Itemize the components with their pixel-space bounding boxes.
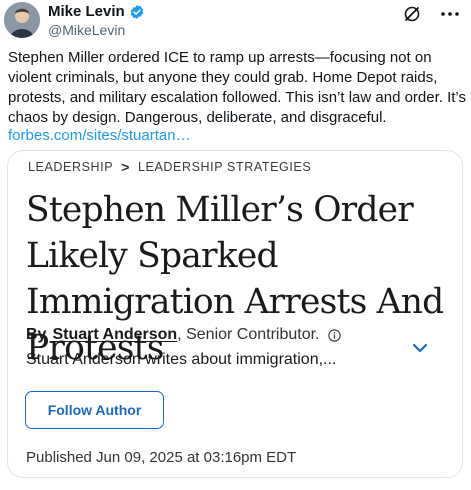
link-preview-card[interactable]: LEADERSHIP > LEADERSHIP STRATEGIES Steph…	[7, 150, 463, 478]
author-bio: Stuart Anderson writes about immigration…	[26, 351, 337, 368]
tweet-text: Stephen Miller ordered ICE to ramp up ar…	[8, 49, 466, 126]
chevron-down-icon[interactable]	[412, 341, 428, 353]
by-label: By	[26, 326, 47, 343]
tweet-link[interactable]: forbes.com/sites/stuartan…	[8, 126, 191, 146]
breadcrumb-item-leadership[interactable]: LEADERSHIP	[28, 160, 113, 174]
info-icon[interactable]	[327, 328, 341, 342]
name-row: Mike Levin	[48, 3, 145, 20]
author-role: , Senior Contributor.	[177, 326, 320, 343]
breadcrumb-separator-icon: >	[121, 159, 130, 175]
tweet-header: Mike Levin @MikeLevin	[0, 0, 471, 44]
handle[interactable]: @MikeLevin	[48, 22, 125, 38]
byline: By Stuart Anderson, Senior Contributor.	[26, 326, 341, 344]
grok-icon[interactable]	[403, 5, 421, 23]
avatar[interactable]	[4, 2, 40, 38]
follow-author-button[interactable]: Follow Author	[25, 391, 164, 429]
published-date: Published Jun 09, 2025 at 03:16pm EDT	[26, 449, 297, 466]
breadcrumb-item-leadership-strategies[interactable]: LEADERSHIP STRATEGIES	[138, 160, 311, 174]
breadcrumb: LEADERSHIP > LEADERSHIP STRATEGIES	[28, 159, 311, 175]
display-name[interactable]: Mike Levin	[48, 3, 125, 20]
author-link[interactable]: Stuart Anderson	[52, 326, 177, 344]
verified-badge-icon	[129, 4, 145, 20]
more-options-icon[interactable]	[439, 5, 461, 23]
